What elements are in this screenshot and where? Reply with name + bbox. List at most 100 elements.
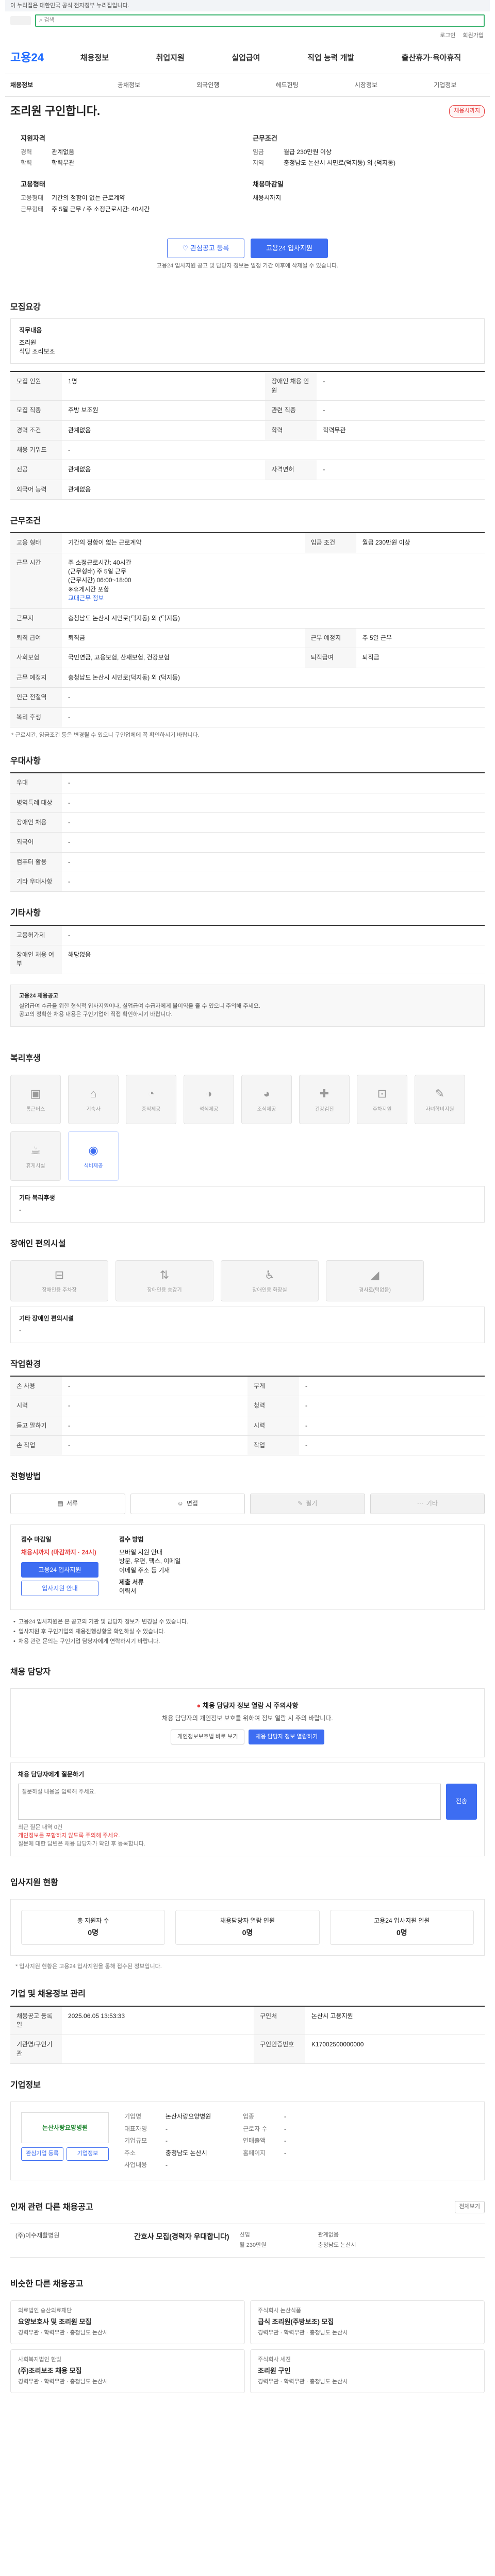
related-meta-item: 월 230만원	[239, 2242, 267, 2249]
row-label: 우대	[10, 773, 62, 793]
section-title-similar: 비슷한 다른 채용공고	[10, 2280, 84, 2289]
table-row: 고용 형태 기간의 정함이 없는 근로계약 임금 조건 월급 230만원 이상	[10, 533, 485, 553]
mini-logo[interactable]	[10, 16, 31, 25]
row-value: -	[62, 1376, 248, 1397]
row-label: 관련 직종	[265, 400, 317, 421]
subnav-item[interactable]: 기업정보	[406, 81, 485, 90]
question-input[interactable]	[18, 1783, 441, 1820]
table-row: 컴퓨터 활용 -	[10, 852, 485, 873]
similar-meta: 경력무관 · 학력무관 · 충청남도 논산시	[258, 2378, 348, 2385]
table-row: 시력 - 청력 -	[10, 1396, 485, 1416]
benefit-grid: ▣ 통근버스 ⌂ 기숙사 ◔ 중식제공 ◑ 석식제공 ◕ 조식제공 ✚ 건강검진 ⊡ 주차지원 ✎ 자녀학비지…	[5, 1070, 490, 1186]
company-value: 충청남도 논산시	[166, 2149, 207, 2157]
access-icon: ◢	[370, 1268, 380, 1281]
benefit-label: 식비제공	[84, 1163, 103, 1169]
row-value: -	[299, 1435, 485, 1456]
status-item: 채용담당자 열람 인원 0명	[175, 1909, 320, 1945]
related-meta-item: 관계없음	[318, 2232, 339, 2239]
subnav-item[interactable]: 헤드헌팅	[248, 81, 326, 90]
apply-online-button[interactable]: 고용24 입사지원	[21, 1562, 98, 1578]
section-title-access: 장애인 편의시설	[10, 1239, 66, 1248]
gnb-item[interactable]: 실업급여	[232, 53, 260, 64]
subnav-item[interactable]: 공채정보	[89, 81, 168, 90]
section-title-status: 입사지원 현황	[10, 1878, 58, 1887]
row-value: 학력무관	[317, 420, 485, 440]
company-box: 논산사랑요양병원 관심기업 등록 기업정보 기업명 논산사랑요양병원 업종 - 대표자명…	[10, 2102, 485, 2181]
similar-title[interactable]: 조리원 구인	[258, 2366, 477, 2376]
status-value: 0명	[396, 1928, 407, 1937]
brand-logo[interactable]: 고용24	[10, 49, 57, 66]
company-label: 근로자 수	[243, 2125, 268, 2132]
status-item: 고용24 입사지원 인원 0명	[329, 1909, 474, 1945]
row-label: 장애인 채용	[10, 812, 62, 833]
subnav-item[interactable]: 외국인행	[169, 81, 248, 90]
login-link[interactable]: 로그인	[440, 32, 455, 40]
row-value: -	[62, 1396, 248, 1416]
benefit-item: ✎ 자녀학비지원	[415, 1074, 465, 1124]
company-info-button[interactable]: 기업정보	[67, 2147, 109, 2161]
similar-card[interactable]: 사회복지법인 한빛 (주)조리보조 채용 모집 경력무관 · 학력무관 · 충청남도…	[10, 2349, 245, 2393]
signup-link[interactable]: 회원가입	[463, 32, 484, 40]
row-value: -	[62, 925, 485, 946]
table-row: 근무지 충청남도 논산시 시민로(덕지동) 외 (덕지동)	[10, 608, 485, 629]
section-title-company: 기업정보	[10, 2081, 41, 2090]
gov-notice-bar: 이 누리집은 대한민국 공식 전자정부 누리집입니다.	[5, 0, 490, 11]
subnav-item[interactable]: 시장정보	[326, 81, 405, 90]
similar-card[interactable]: 주식회사 세진 조리원 구인 경력무관 · 학력무관 · 충청남도 논산시	[250, 2349, 485, 2393]
row-value: -	[317, 372, 485, 401]
related-title[interactable]: 간호사 모집(경력자 우대합니다)	[134, 2231, 229, 2250]
send-button[interactable]: 전송	[446, 1783, 477, 1820]
row-value: -	[62, 812, 485, 833]
access-grid: ⊟ 장애인용 주차장 ⇅ 장애인용 승강기 ♿ 장애인용 화장실 ◢ 경사로(턱없음)	[5, 1255, 490, 1307]
subnav-item[interactable]: 채용정보	[10, 81, 89, 90]
gnb-item[interactable]: 출산휴가·육아휴직	[402, 53, 461, 64]
env-table-box: 손 사용 - 무게 - 시력 - 청력 - 듣고 말하기 - 시력 - 손 작업 - 작업 -	[10, 1375, 485, 1456]
benefit-item: ◑ 석식제공	[184, 1074, 234, 1124]
related-meta: 신입 관계없음 월 230만원 충청남도 논산시	[240, 2231, 394, 2250]
related-more-button[interactable]: 전체보기	[454, 2201, 485, 2214]
row-value: -	[62, 872, 485, 892]
interest-button[interactable]: ♡ 관심공고 등록	[167, 239, 244, 259]
gnb-item[interactable]: 채용정보	[80, 53, 109, 64]
list-item[interactable]: (주)이수재활병원 간호사 모집(경력자 우대합니다) 신입 관계없음 월 230만원 충…	[10, 2224, 485, 2258]
similar-title[interactable]: 급식 조리원(주방보조) 모집	[258, 2317, 477, 2327]
condition-footnote: * 근로시간, 임금조건 등은 변경될 수 있으니 구인업체에 꼭 확인하시기 …	[11, 732, 200, 738]
benefit-label: 통근버스	[26, 1106, 45, 1112]
gnb-item[interactable]: 취업지원	[156, 53, 185, 64]
similar-title[interactable]: (주)조리보조 채용 모집	[18, 2366, 237, 2376]
list-item: 채용 관련 문의는 구인기업 담당자에게 연락하시기 바랍니다.	[13, 1638, 482, 1646]
similar-meta: 경력무관 · 학력무관 · 충청남도 논산시	[258, 2330, 348, 2336]
company-logo: 논산사랑요양병원	[21, 2112, 109, 2144]
section-title-recruit: 모집요강	[10, 303, 41, 312]
interest-company-button[interactable]: 관심기업 등록	[21, 2147, 63, 2161]
section-title-related: 인재 관련 다른 채용공고	[10, 2202, 93, 2212]
similar-company: 사회복지법인 한빛	[18, 2357, 62, 2363]
page-title: 조리원 구인합니다.	[10, 104, 101, 117]
row-label: 장애인 채용 인원	[265, 372, 317, 401]
search-input[interactable]: ⌕ 검색	[35, 14, 485, 27]
apply-button[interactable]: 고용24 입사지원	[251, 239, 328, 259]
table-row: 퇴직 급여 퇴직금 근무 예정지 주 5일 근무	[10, 628, 485, 649]
summary-left: 지원자격 경력 관계없음 학력 학력무관 고용형태 고용형태 기간의 정함이 없는 근…	[21, 134, 242, 226]
privacy-law-button[interactable]: 개인정보보호법 바로 보기	[171, 1729, 245, 1745]
apply-guide-button[interactable]: 입사지원 안내	[21, 1581, 98, 1597]
summary-line: 경력 관계없음	[21, 148, 75, 156]
qualification-heading: 지원자격	[21, 134, 45, 142]
shift-info-link[interactable]: 교대근무 정보	[68, 594, 478, 603]
company-info-grid: 기업명 논산사랑요양병원 업종 - 대표자명 - 근로자 수 - 기업규모 - 연매출액 - 주소 충청남…	[124, 2112, 356, 2170]
benefit-item: ⌂ 기숙사	[68, 1074, 119, 1124]
info-notice-box: 고용24 채용공고 실업급여 수급을 위한 형식적 입사지원이나, 실업급여 수…	[10, 984, 485, 1027]
row-value: 1명	[62, 372, 266, 401]
row-label: 퇴직 급여	[10, 628, 62, 649]
similar-card[interactable]: 의료법인 송산의료재단 요양보호사 및 조리원 모집 경력무관 · 학력무관 · 충…	[10, 2300, 245, 2345]
related-list: (주)이수재활병원 간호사 모집(경력자 우대합니다) 신입 관계없음 월 230만원 충…	[10, 2224, 485, 2258]
gnb-item[interactable]: 직업 능력 개발	[307, 53, 354, 64]
summary-line: 학력 학력무관	[21, 159, 75, 167]
benefit-icon: ◑	[205, 1087, 212, 1100]
benefit-icon: ⊡	[377, 1087, 387, 1100]
similar-title[interactable]: 요양보호사 및 조리원 모집	[18, 2317, 237, 2327]
related-meta-item: 신입	[239, 2232, 250, 2239]
view-manager-button[interactable]: 채용 담당자 정보 열람하기	[249, 1729, 324, 1745]
company-label: 주소	[124, 2149, 136, 2157]
similar-card[interactable]: 주식회사 논산식품 급식 조리원(주방보조) 모집 경력무관 · 학력무관 · 충청…	[250, 2300, 485, 2345]
